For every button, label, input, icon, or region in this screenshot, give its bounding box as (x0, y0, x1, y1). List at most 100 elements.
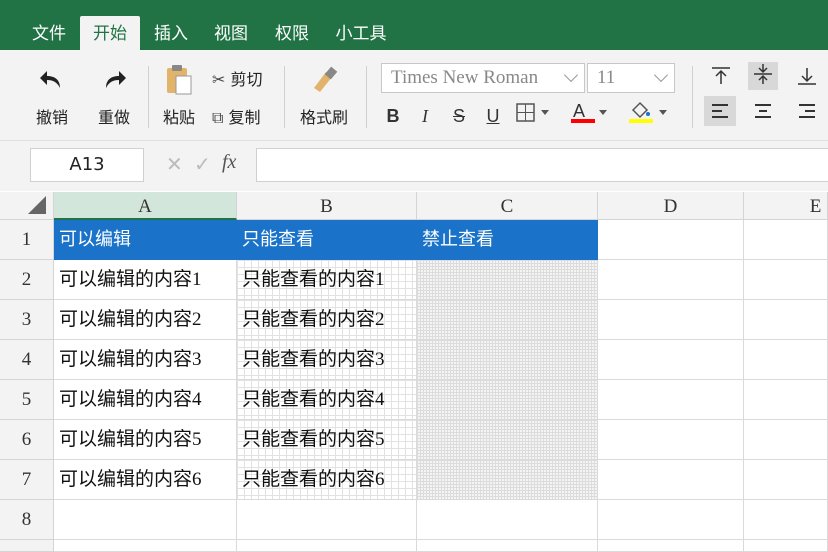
paint-bucket-icon (629, 101, 667, 123)
view-only-cell[interactable]: 只能查看的内容6 (237, 460, 417, 500)
underline-button[interactable]: U (482, 102, 504, 130)
clipboard-icon (167, 65, 192, 95)
column-header-e[interactable]: E (744, 192, 828, 220)
name-box[interactable]: A13 (30, 148, 144, 182)
align-middle-button[interactable] (748, 62, 778, 90)
align-right-button[interactable] (792, 96, 822, 124)
hidden-cell[interactable] (417, 300, 598, 340)
redo-button[interactable]: 重做 (92, 66, 136, 128)
header-cell-view-only[interactable]: 只能查看 (237, 220, 417, 260)
row-header[interactable]: 8 (0, 500, 54, 540)
cell[interactable] (744, 460, 828, 500)
tab-permissions[interactable]: 权限 (262, 14, 322, 50)
formula-input[interactable] (256, 148, 828, 182)
hidden-cell[interactable] (417, 380, 598, 420)
hidden-cell[interactable] (417, 340, 598, 380)
header-cell-no-view[interactable]: 禁止查看 (417, 220, 598, 260)
view-only-cell[interactable]: 只能查看的内容4 (237, 380, 417, 420)
undo-button[interactable]: 撤销 (30, 66, 74, 128)
cell[interactable] (54, 540, 237, 552)
tab-file[interactable]: 文件 (20, 14, 78, 50)
copy-icon: ⧉ (212, 108, 224, 127)
hidden-cell[interactable] (417, 260, 598, 300)
cell[interactable] (237, 540, 417, 552)
cell[interactable] (744, 540, 828, 552)
view-only-cell[interactable]: 只能查看的内容1 (237, 260, 417, 300)
cell[interactable] (598, 260, 744, 300)
font-name-select[interactable]: Times New Roman (381, 63, 585, 93)
cell[interactable] (744, 260, 828, 300)
font-size-select[interactable]: 11 (587, 63, 675, 93)
select-all-button[interactable] (0, 192, 54, 220)
redo-icon (106, 71, 126, 88)
cell[interactable] (744, 220, 828, 260)
view-only-cell[interactable]: 只能查看的内容3 (237, 340, 417, 380)
cancel-icon[interactable]: ✕ (166, 152, 183, 176)
format-painter-button[interactable]: 格式刷 (296, 64, 352, 128)
row-header[interactable] (0, 540, 54, 552)
bold-button[interactable]: B (382, 102, 404, 130)
editable-cell[interactable]: 可以编辑的内容3 (54, 340, 237, 380)
cell[interactable] (598, 300, 744, 340)
editable-cell[interactable]: 可以编辑的内容1 (54, 260, 237, 300)
tab-home[interactable]: 开始 (80, 16, 140, 50)
font-name-value: Times New Roman (391, 67, 539, 88)
row-header[interactable]: 3 (0, 300, 54, 340)
tab-tools[interactable]: 小工具 (324, 14, 398, 50)
border-button[interactable] (514, 102, 554, 130)
spreadsheet: A B C D E 1 2 3 4 5 6 7 8 可以编辑 只能查看 禁止查看… (0, 192, 828, 552)
row-header[interactable]: 4 (0, 340, 54, 380)
cell[interactable] (417, 540, 598, 552)
cell[interactable] (598, 500, 744, 540)
cell[interactable] (598, 380, 744, 420)
align-bottom-button[interactable] (792, 64, 822, 92)
hidden-cell[interactable] (417, 460, 598, 500)
confirm-icon[interactable]: ✓ (194, 152, 211, 176)
cell[interactable] (237, 500, 417, 540)
align-top-button[interactable] (706, 64, 736, 92)
tab-insert[interactable]: 插入 (142, 14, 200, 50)
cell[interactable] (598, 220, 744, 260)
row-header[interactable]: 1 (0, 220, 54, 260)
header-cell-editable[interactable]: 可以编辑 (54, 220, 237, 260)
view-only-cell[interactable]: 只能查看的内容5 (237, 420, 417, 460)
cell[interactable] (744, 300, 828, 340)
font-color-button[interactable]: A (568, 100, 612, 128)
italic-button[interactable]: I (414, 102, 436, 130)
view-only-cell[interactable]: 只能查看的内容2 (237, 300, 417, 340)
cell[interactable] (54, 500, 237, 540)
cell[interactable] (598, 460, 744, 500)
align-left-button[interactable] (704, 96, 736, 126)
editable-cell[interactable]: 可以编辑的内容6 (54, 460, 237, 500)
cell[interactable] (598, 340, 744, 380)
column-header-c[interactable]: C (417, 192, 598, 220)
row-header[interactable]: 7 (0, 460, 54, 500)
column-header-b[interactable]: B (237, 192, 417, 220)
editable-cell[interactable]: 可以编辑的内容2 (54, 300, 237, 340)
tab-view[interactable]: 视图 (202, 14, 260, 50)
copy-button[interactable]: ⧉ 复制 (212, 104, 276, 128)
undo-label: 撤销 (35, 108, 68, 127)
cell[interactable] (744, 380, 828, 420)
row-header[interactable]: 5 (0, 380, 54, 420)
fill-color-button[interactable] (626, 100, 674, 128)
column-header-d[interactable]: D (598, 192, 744, 220)
cell[interactable] (744, 420, 828, 460)
column-header-a[interactable]: A (54, 192, 237, 220)
cell[interactable] (417, 500, 598, 540)
cell[interactable] (598, 420, 744, 460)
align-center-button[interactable] (748, 96, 778, 124)
cell[interactable] (744, 340, 828, 380)
align-bottom-icon (798, 68, 816, 85)
cell[interactable] (744, 500, 828, 540)
cell[interactable] (598, 540, 744, 552)
hidden-cell[interactable] (417, 420, 598, 460)
editable-cell[interactable]: 可以编辑的内容5 (54, 420, 237, 460)
function-icon[interactable]: fx (222, 151, 236, 174)
row-header[interactable]: 6 (0, 420, 54, 460)
cut-button[interactable]: ✂ 剪切 (212, 66, 276, 90)
paste-button[interactable]: 粘贴 (158, 64, 200, 128)
editable-cell[interactable]: 可以编辑的内容4 (54, 380, 237, 420)
strikethrough-button[interactable]: S (448, 102, 470, 130)
row-header[interactable]: 2 (0, 260, 54, 300)
